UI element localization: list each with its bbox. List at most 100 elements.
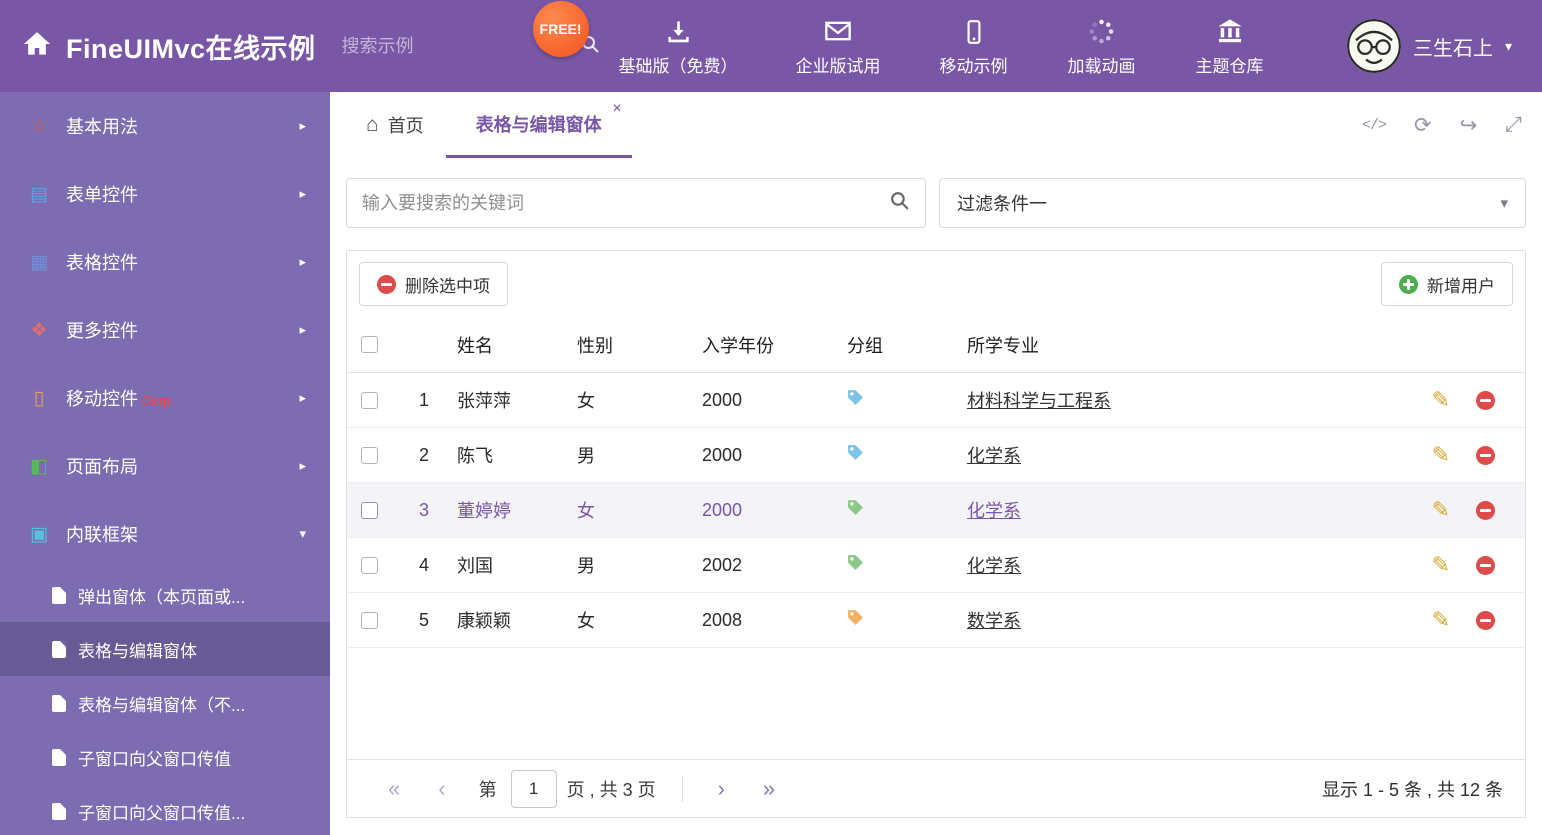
sidebar-subitem-popup-window[interactable]: 弹出窗体（本页面或...	[0, 568, 330, 622]
col-gender: 性别	[577, 335, 613, 356]
sidebar-item-form-controls[interactable]: ▤ 表单控件 ▸	[0, 160, 330, 228]
delete-icon[interactable]	[1476, 610, 1495, 630]
cell-name: 张萍萍	[457, 391, 511, 411]
last-page-icon[interactable]: »	[763, 777, 775, 800]
cell-name: 董婷婷	[457, 501, 511, 521]
user-menu[interactable]: 三生石上 ▾	[1346, 19, 1542, 73]
free-badge: FREE!	[532, 1, 589, 57]
cell-name: 陈飞	[457, 446, 493, 466]
delete-icon[interactable]	[1476, 500, 1495, 520]
row-checkbox[interactable]	[360, 501, 378, 519]
delete-selected-button[interactable]: 删除选中项	[359, 262, 508, 306]
minus-circle-icon	[377, 274, 396, 294]
table-header-row: 姓名 性别 入学年份 分组 所学专业	[347, 317, 1525, 373]
sidebar-subitem-grid-edit-window[interactable]: 表格与编辑窗体	[0, 622, 330, 676]
cell-year: 2008	[702, 609, 743, 630]
row-number: 5	[418, 609, 429, 630]
next-page-icon[interactable]: ›	[718, 777, 725, 800]
row-number: 1	[418, 389, 429, 410]
nav-basic-free[interactable]: FREE! 基础版（免费）	[532, 1, 738, 77]
table-row[interactable]: 4 刘国 男 2002 化学系 ✎	[347, 538, 1525, 593]
major-link[interactable]: 材料科学与工程系	[967, 391, 1111, 411]
expand-icon[interactable]: ⤢	[1505, 113, 1522, 137]
edit-icon[interactable]: ✎	[1432, 554, 1450, 576]
page-number-input[interactable]	[510, 769, 557, 808]
page-content: 过滤条件一 ▾ 删除选中项 新增用户	[330, 158, 1542, 835]
brand[interactable]: FineUIMvc在线示例	[0, 27, 316, 66]
cell-group	[847, 444, 967, 466]
nav-mobile-demo[interactable]: 移动示例	[939, 15, 1009, 77]
header-search	[341, 34, 599, 59]
nav-theme-repo[interactable]: 主题仓库	[1195, 15, 1265, 77]
sidebar-item-grid-controls[interactable]: ▦ 表格控件 ▸	[0, 228, 330, 296]
sidebar-subitem-child-to-parent-2[interactable]: 子窗口向父窗口传值...	[0, 784, 330, 835]
chevron-right-icon: ▸	[299, 322, 306, 337]
cell-group	[847, 499, 967, 521]
sidebar-item-more-controls[interactable]: ❖ 更多控件 ▸	[0, 296, 330, 364]
col-name: 姓名	[457, 335, 493, 356]
major-link[interactable]: 化学系	[967, 556, 1021, 576]
table-row[interactable]: 1 张萍萍 女 2000 材料科学与工程系 ✎	[347, 373, 1525, 428]
chevron-down-icon: ▾	[299, 526, 306, 541]
select-all-checkbox[interactable]	[360, 336, 378, 353]
form-icon: ▤	[30, 183, 48, 205]
first-page-icon[interactable]: «	[388, 777, 400, 800]
caret-down-icon: ▾	[1504, 37, 1512, 54]
refresh-icon[interactable]: ⟳	[1414, 113, 1432, 138]
row-checkbox[interactable]	[360, 391, 378, 409]
open-new-window-icon[interactable]: ↪	[1460, 113, 1478, 138]
edit-icon[interactable]: ✎	[1432, 499, 1450, 521]
chevron-right-icon: ▸	[299, 390, 306, 405]
edit-icon[interactable]: ✎	[1432, 609, 1450, 631]
app-title: FineUIMvc在线示例	[66, 33, 316, 64]
major-link[interactable]: 数学系	[967, 611, 1021, 631]
delete-icon[interactable]	[1476, 390, 1495, 410]
tab-grid-edit-window[interactable]: 表格与编辑窗体 ×	[445, 92, 632, 158]
grid-toolbar: 删除选中项 新增用户	[347, 251, 1525, 317]
download-icon	[665, 15, 692, 45]
cell-gender: 男	[577, 446, 595, 466]
nav-loading-animation[interactable]: 加载动画	[1067, 15, 1137, 77]
delete-icon[interactable]	[1476, 555, 1495, 575]
sidebar-item-basic-usage[interactable]: ⌂ 基本用法 ▸	[0, 92, 330, 160]
sidebar-subitem-grid-edit-window-2[interactable]: 表格与编辑窗体（不...	[0, 676, 330, 730]
close-icon[interactable]: ×	[612, 101, 621, 117]
sidebar-item-page-layout[interactable]: ◧ 页面布局 ▸	[0, 432, 330, 500]
major-link[interactable]: 化学系	[967, 501, 1021, 521]
tab-home[interactable]: ⌂ 首页	[344, 92, 446, 158]
row-checkbox[interactable]	[360, 611, 378, 629]
cell-year: 2000	[702, 499, 743, 520]
chevron-right-icon: ▸	[299, 186, 306, 201]
tab-bar: ⌂ 首页 表格与编辑窗体 × </> ⟳ ↪ ⤢	[330, 92, 1542, 158]
search-icon[interactable]	[889, 190, 910, 216]
edit-icon[interactable]: ✎	[1432, 389, 1450, 411]
pagination-bar: « ‹ 第 页 , 共 3 页 › » 显示 1 - 5 条 , 共 12 条	[347, 759, 1525, 817]
sidebar-subitem-child-to-parent[interactable]: 子窗口向父窗口传值	[0, 730, 330, 784]
cell-gender: 女	[577, 391, 595, 411]
major-link[interactable]: 化学系	[967, 446, 1021, 466]
filter-dropdown[interactable]: 过滤条件一 ▾	[939, 178, 1526, 228]
prev-page-icon[interactable]: ‹	[438, 777, 445, 800]
row-checkbox[interactable]	[360, 446, 378, 464]
house-icon: ⌂	[33, 115, 45, 136]
edit-icon[interactable]: ✎	[1432, 444, 1450, 466]
col-group: 分组	[847, 335, 883, 356]
nav-enterprise-trial[interactable]: 企业版试用	[796, 15, 881, 77]
table-row-selected[interactable]: 3 董婷婷 女 2000 化学系 ✎	[347, 483, 1525, 538]
sidebar-item-inline-frame[interactable]: ▣ 内联框架 ▾	[0, 500, 330, 568]
main-area: ⌂ 首页 表格与编辑窗体 × </> ⟳ ↪ ⤢ 输入要搜索的关键词 过滤条件一…	[330, 92, 1542, 835]
caret-down-icon: ▾	[1500, 195, 1508, 212]
cell-year: 2000	[702, 444, 743, 465]
add-user-button[interactable]: 新增用户	[1381, 262, 1513, 306]
frame-icon: ▣	[30, 523, 48, 545]
tab-toolbar: </> ⟳ ↪ ⤢	[1362, 92, 1542, 158]
source-code-icon[interactable]: </>	[1362, 117, 1387, 134]
pager-divider	[681, 775, 683, 802]
table-row[interactable]: 5 康颖颖 女 2008 数学系 ✎	[347, 593, 1525, 648]
keyword-search-input[interactable]	[362, 192, 889, 214]
table-row[interactable]: 2 陈飞 男 2000 化学系 ✎	[347, 428, 1525, 483]
sidebar-item-mobile-controls[interactable]: ▯ 移动控件 Corp. ▸	[0, 364, 330, 432]
row-checkbox[interactable]	[360, 556, 378, 574]
delete-icon[interactable]	[1476, 445, 1495, 465]
file-icon	[52, 639, 67, 658]
